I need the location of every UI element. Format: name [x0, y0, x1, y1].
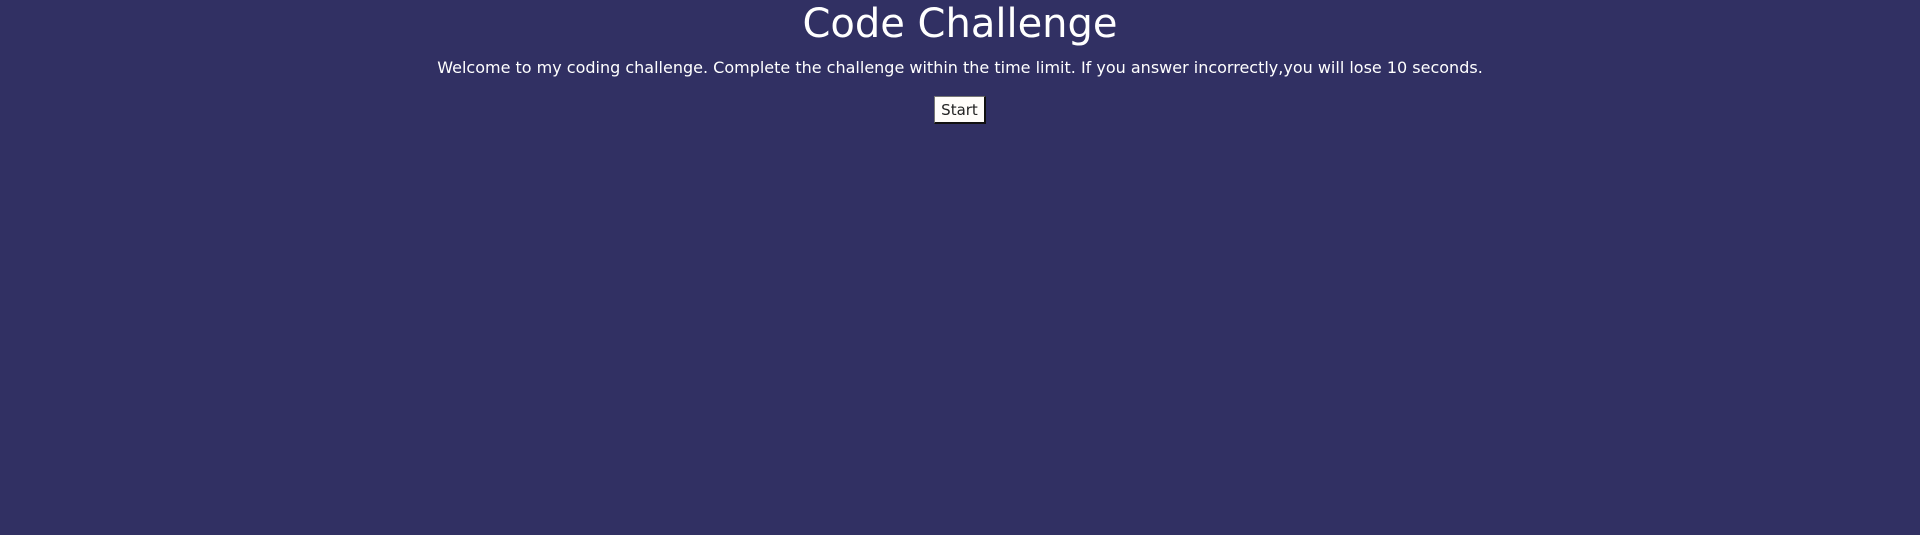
start-button-container: Start [0, 96, 1920, 124]
challenge-page: Code Challenge Welcome to my coding chal… [0, 0, 1920, 535]
challenge-description: Welcome to my coding challenge. Complete… [437, 58, 1483, 77]
start-button[interactable]: Start [934, 96, 986, 124]
page-title: Code Challenge [802, 1, 1118, 47]
